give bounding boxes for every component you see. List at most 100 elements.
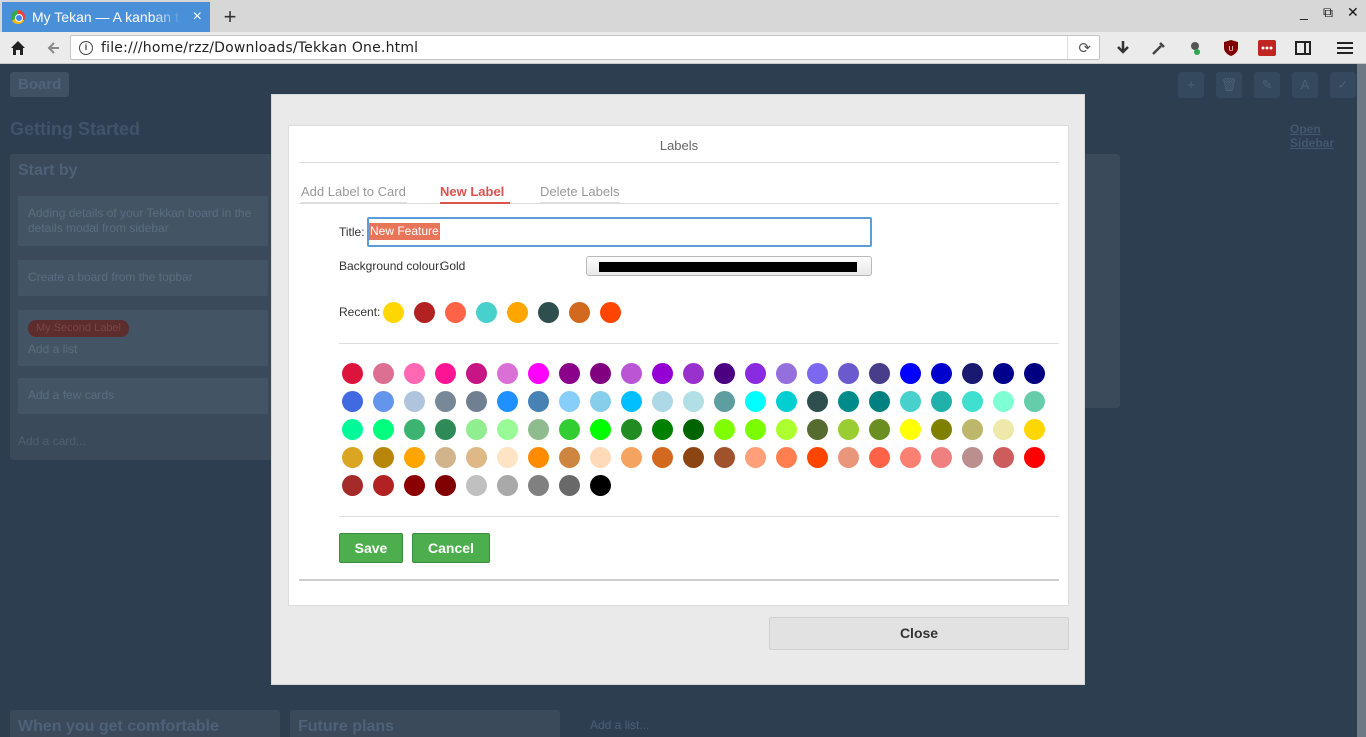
recent-color-swatch[interactable] [538, 302, 559, 323]
palette-color-swatch[interactable] [683, 391, 704, 412]
palette-color-swatch[interactable] [559, 419, 580, 440]
palette-color-swatch[interactable] [559, 447, 580, 468]
palette-color-swatch[interactable] [497, 419, 518, 440]
palette-color-swatch[interactable] [528, 419, 549, 440]
palette-color-swatch[interactable] [404, 391, 425, 412]
palette-color-swatch[interactable] [652, 391, 673, 412]
palette-color-swatch[interactable] [993, 447, 1014, 468]
minimize-icon[interactable]: _ [1300, 4, 1308, 20]
palette-color-swatch[interactable] [497, 475, 518, 496]
palette-color-swatch[interactable] [497, 447, 518, 468]
close-button[interactable]: Close [769, 617, 1069, 650]
palette-color-swatch[interactable] [373, 475, 394, 496]
recent-color-swatch[interactable] [476, 302, 497, 323]
palette-color-swatch[interactable] [621, 447, 642, 468]
palette-color-swatch[interactable] [528, 363, 549, 384]
palette-color-swatch[interactable] [435, 475, 456, 496]
palette-color-swatch[interactable] [838, 391, 859, 412]
palette-color-swatch[interactable] [900, 391, 921, 412]
palette-color-swatch[interactable] [466, 363, 487, 384]
palette-color-swatch[interactable] [404, 475, 425, 496]
info-icon[interactable]: i [79, 41, 93, 55]
palette-color-swatch[interactable] [745, 447, 766, 468]
save-button[interactable]: Save [339, 533, 403, 563]
palette-color-swatch[interactable] [1024, 363, 1045, 384]
palette-color-swatch[interactable] [745, 363, 766, 384]
palette-color-swatch[interactable] [1024, 419, 1045, 440]
palette-color-swatch[interactable] [807, 419, 828, 440]
font-icon[interactable]: A [1292, 72, 1318, 98]
edit-icon[interactable]: ✎ [1254, 72, 1280, 98]
palette-color-swatch[interactable] [838, 447, 859, 468]
palette-color-swatch[interactable] [590, 363, 611, 384]
palette-color-swatch[interactable] [373, 363, 394, 384]
board-button[interactable]: Board [10, 72, 70, 97]
palette-color-swatch[interactable] [714, 419, 735, 440]
palette-color-swatch[interactable] [776, 363, 797, 384]
palette-color-swatch[interactable] [590, 475, 611, 496]
add-icon[interactable]: + [1178, 72, 1204, 98]
palette-color-swatch[interactable] [807, 391, 828, 412]
recent-color-swatch[interactable] [507, 302, 528, 323]
palette-color-swatch[interactable] [528, 391, 549, 412]
new-tab-button[interactable]: + [220, 4, 240, 30]
palette-color-swatch[interactable] [466, 391, 487, 412]
color-picker-button[interactable] [586, 256, 872, 276]
palette-color-swatch[interactable] [745, 391, 766, 412]
palette-color-swatch[interactable] [404, 363, 425, 384]
palette-color-swatch[interactable] [807, 447, 828, 468]
palette-color-swatch[interactable] [466, 447, 487, 468]
palette-color-swatch[interactable] [435, 391, 456, 412]
palette-color-swatch[interactable] [466, 475, 487, 496]
palette-color-swatch[interactable] [497, 391, 518, 412]
palette-color-swatch[interactable] [590, 391, 611, 412]
palette-color-swatch[interactable] [621, 391, 642, 412]
palette-color-swatch[interactable] [342, 363, 363, 384]
palette-color-swatch[interactable] [342, 475, 363, 496]
tab-add-label-to-card[interactable]: Add Label to Card [301, 184, 407, 204]
palette-color-swatch[interactable] [621, 363, 642, 384]
palette-color-swatch[interactable] [621, 419, 642, 440]
palette-color-swatch[interactable] [962, 447, 983, 468]
palette-color-swatch[interactable] [404, 447, 425, 468]
palette-color-swatch[interactable] [373, 391, 394, 412]
trash-icon[interactable]: 🗑 [1216, 72, 1242, 98]
palette-color-swatch[interactable] [652, 419, 673, 440]
list-card[interactable]: Adding details of your Tekkan board in t… [18, 196, 268, 246]
list-card[interactable]: My Second Label Add a list [18, 310, 268, 366]
palette-color-swatch[interactable] [838, 419, 859, 440]
palette-color-swatch[interactable] [838, 363, 859, 384]
palette-color-swatch[interactable] [559, 391, 580, 412]
recent-color-swatch[interactable] [414, 302, 435, 323]
palette-color-swatch[interactable] [900, 419, 921, 440]
palette-color-swatch[interactable] [528, 475, 549, 496]
palette-color-swatch[interactable] [652, 447, 673, 468]
palette-color-swatch[interactable] [559, 475, 580, 496]
recent-color-swatch[interactable] [383, 302, 404, 323]
palette-color-swatch[interactable] [590, 447, 611, 468]
recent-color-swatch[interactable] [600, 302, 621, 323]
palette-color-swatch[interactable] [714, 447, 735, 468]
palette-color-swatch[interactable] [373, 419, 394, 440]
palette-color-swatch[interactable] [776, 447, 797, 468]
palette-color-swatch[interactable] [714, 391, 735, 412]
sidebar-icon[interactable] [1294, 39, 1312, 57]
palette-color-swatch[interactable] [931, 363, 952, 384]
tab-close-icon[interactable]: × [193, 8, 202, 26]
palette-color-swatch[interactable] [993, 363, 1014, 384]
home-icon[interactable] [9, 39, 27, 57]
list-card[interactable]: Add a few cards [18, 378, 268, 414]
recent-color-swatch[interactable] [569, 302, 590, 323]
page-scrollbar[interactable] [1357, 64, 1366, 737]
palette-color-swatch[interactable] [435, 447, 456, 468]
palette-color-swatch[interactable] [435, 419, 456, 440]
palette-color-swatch[interactable] [559, 363, 580, 384]
palette-color-swatch[interactable] [652, 363, 673, 384]
recent-color-swatch[interactable] [445, 302, 466, 323]
palette-color-swatch[interactable] [931, 419, 952, 440]
browser-tab[interactable]: My Tekan — A kanban t × [2, 2, 210, 32]
palette-color-swatch[interactable] [900, 447, 921, 468]
palette-color-swatch[interactable] [466, 419, 487, 440]
palette-color-swatch[interactable] [931, 391, 952, 412]
palette-color-swatch[interactable] [962, 363, 983, 384]
